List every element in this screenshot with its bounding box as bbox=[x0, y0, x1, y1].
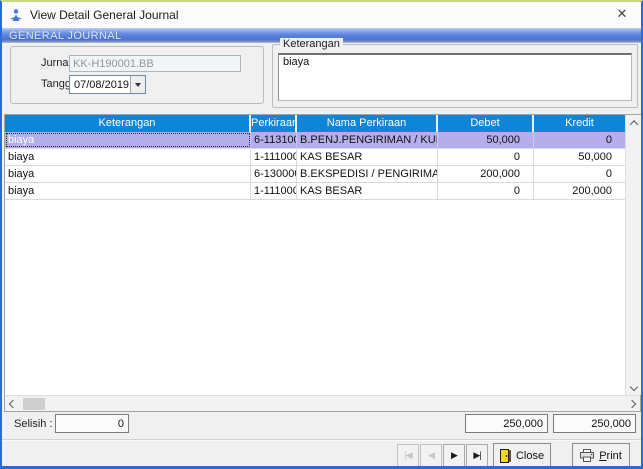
table-row[interactable]: biaya 1-1110001 KAS BESAR 0 50,000 bbox=[5, 149, 625, 166]
app-icon bbox=[9, 8, 24, 23]
cell-debet: 50,000 bbox=[438, 132, 534, 148]
cell-perkiraan: 6-1300001 bbox=[251, 166, 297, 182]
horizontal-scrollbar[interactable] bbox=[5, 395, 640, 411]
total-debet-field: 250,000 bbox=[465, 414, 548, 433]
cell-keterangan: biaya bbox=[5, 166, 251, 182]
tanggal-dropdown[interactable]: 07/08/2019 bbox=[69, 75, 146, 94]
cell-nama-perkiraan: B.PENJ.PENGIRIMAN / KULI bbox=[297, 132, 438, 148]
cell-kredit: 0 bbox=[534, 166, 625, 182]
cell-debet: 0 bbox=[438, 149, 534, 165]
nav-previous-button[interactable]: ◀ bbox=[420, 444, 442, 467]
cell-perkiraan: 6-1131001 bbox=[251, 132, 297, 148]
journal-info-group: Jurnal #: KK-H190001.BB Tanggal: 07/08/2… bbox=[10, 46, 264, 104]
table-row[interactable]: biaya 6-1300001 B.EKSPEDISI / PENGIRIMAN… bbox=[5, 166, 625, 183]
cell-keterangan: biaya bbox=[5, 183, 251, 199]
scroll-right-button[interactable] bbox=[624, 396, 640, 412]
section-banner-title: GENERAL JOURNAL bbox=[2, 30, 122, 42]
table-row[interactable]: biaya 6-1131001 B.PENJ.PENGIRIMAN / KULI… bbox=[5, 132, 625, 149]
scrollbar-thumb[interactable] bbox=[23, 398, 45, 410]
cell-nama-perkiraan: KAS BESAR bbox=[297, 149, 438, 165]
print-button[interactable]: Print bbox=[572, 443, 630, 468]
selisih-label: Selisih : bbox=[14, 418, 53, 430]
tanggal-value: 07/08/2019 bbox=[70, 79, 130, 91]
cell-kredit: 200,000 bbox=[534, 183, 625, 199]
scroll-up-button[interactable] bbox=[626, 115, 642, 131]
grid-empty-area bbox=[5, 200, 625, 395]
selisih-field: 0 bbox=[55, 414, 129, 433]
window-title: View Detail General Journal bbox=[30, 8, 179, 22]
dropdown-arrow-button[interactable] bbox=[130, 76, 145, 93]
table-row[interactable]: biaya 1-1110001 KAS BESAR 0 200,000 bbox=[5, 183, 625, 200]
keterangan-group: Keterangan biaya bbox=[272, 44, 638, 108]
printer-icon bbox=[580, 449, 594, 462]
vertical-scrollbar[interactable] bbox=[625, 115, 641, 395]
cell-nama-perkiraan: KAS BESAR bbox=[297, 183, 438, 199]
column-header-keterangan[interactable]: Keterangan bbox=[5, 115, 251, 132]
keterangan-textarea[interactable]: biaya bbox=[278, 53, 632, 101]
window-close-button[interactable]: ✕ bbox=[609, 3, 635, 25]
scroll-down-button[interactable] bbox=[626, 379, 642, 395]
scroll-left-button[interactable] bbox=[5, 396, 21, 412]
close-button[interactable]: Close bbox=[493, 443, 551, 468]
column-header-debet[interactable]: Debet bbox=[438, 115, 534, 132]
nav-first-button[interactable]: |◀ bbox=[397, 444, 419, 467]
column-header-nama-perkiraan[interactable]: Nama Perkiraan bbox=[297, 115, 438, 132]
chevron-left-icon bbox=[9, 399, 17, 407]
column-header-perkiraan[interactable]: Perkiraan bbox=[251, 115, 297, 132]
cell-nama-perkiraan: B.EKSPEDISI / PENGIRIMAN bbox=[297, 166, 438, 182]
chevron-right-icon bbox=[628, 399, 636, 407]
chevron-down-icon bbox=[135, 83, 141, 87]
footer-divider bbox=[2, 439, 641, 441]
cell-perkiraan: 1-1110001 bbox=[251, 149, 297, 165]
chevron-up-icon bbox=[629, 120, 637, 128]
chevron-down-icon bbox=[629, 383, 637, 391]
jurnal-number-field[interactable]: KK-H190001.BB bbox=[69, 55, 241, 72]
column-header-kredit[interactable]: Kredit bbox=[534, 115, 625, 132]
keterangan-label: Keterangan bbox=[280, 38, 343, 50]
cell-debet: 200,000 bbox=[438, 166, 534, 182]
cell-debet: 0 bbox=[438, 183, 534, 199]
nav-last-button[interactable]: ▶| bbox=[466, 444, 488, 467]
title-bar: View Detail General Journal ✕ bbox=[2, 2, 641, 28]
total-kredit-field: 250,000 bbox=[553, 414, 636, 433]
cell-perkiraan: 1-1110001 bbox=[251, 183, 297, 199]
journal-detail-grid: Keterangan Perkiraan Nama Perkiraan Debe… bbox=[4, 114, 641, 412]
cell-kredit: 50,000 bbox=[534, 149, 625, 165]
door-icon bbox=[500, 449, 511, 463]
nav-next-button[interactable]: ▶ bbox=[443, 444, 465, 467]
cell-keterangan: biaya bbox=[5, 149, 251, 165]
print-button-label: Print bbox=[599, 450, 622, 462]
view-detail-general-journal-window: View Detail General Journal ✕ GENERAL JO… bbox=[0, 0, 643, 469]
cell-keterangan: biaya bbox=[5, 132, 251, 148]
cell-kredit: 0 bbox=[534, 132, 625, 148]
close-button-label: Close bbox=[516, 450, 544, 462]
grid-header-row: Keterangan Perkiraan Nama Perkiraan Debe… bbox=[5, 115, 625, 132]
